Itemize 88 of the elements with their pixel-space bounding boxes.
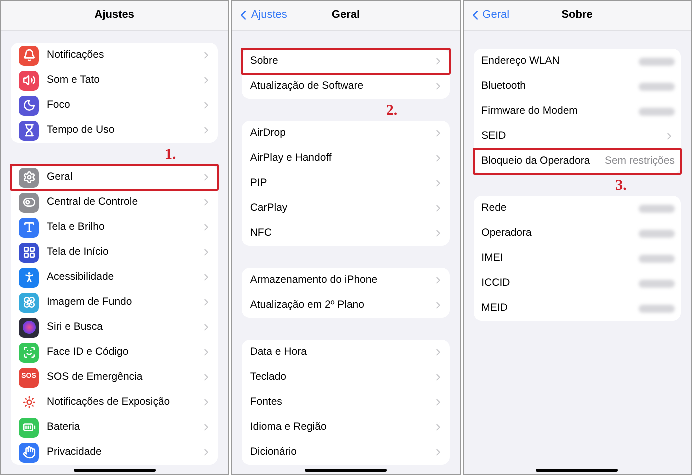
- row-label: SEID: [482, 128, 508, 144]
- row-label: AirDrop: [250, 126, 287, 141]
- settings-row[interactable]: Teclado: [242, 365, 450, 390]
- settings-row[interactable]: AirDrop: [242, 121, 450, 146]
- settings-row[interactable]: Atualização de Software: [242, 74, 450, 99]
- settings-row[interactable]: Endereço WLAN: [474, 49, 681, 74]
- row-label: Notificações: [47, 48, 106, 63]
- settings-row[interactable]: Acessibilidade: [11, 265, 218, 290]
- row-label: IMEI: [482, 250, 504, 266]
- settings-row[interactable]: Notificações: [11, 43, 218, 68]
- row-label: Tela e Brilho: [47, 220, 106, 235]
- row-label: Tela de Início: [47, 244, 110, 260]
- settings-row[interactable]: CarPlay: [242, 196, 450, 221]
- settings-row[interactable]: ICCID: [474, 271, 681, 296]
- settings-row[interactable]: Firmware do Modem: [474, 99, 681, 124]
- settings-row[interactable]: Central de Controle: [11, 190, 218, 215]
- row-label: Operadora: [482, 226, 533, 241]
- row-label: Geral: [47, 170, 74, 185]
- row-label: Acessibilidade: [47, 270, 116, 285]
- settings-row[interactable]: PIP: [242, 171, 450, 196]
- row-label: Sobre: [250, 54, 280, 69]
- row-label: Imagem de Fundo: [47, 294, 134, 310]
- row-label: Firmware do Modem: [482, 104, 579, 119]
- settings-row[interactable]: Operadora: [474, 221, 681, 246]
- row-label: Bateria: [47, 420, 82, 435]
- row-label: Privacidade: [47, 444, 103, 460]
- settings-row[interactable]: Fontes: [242, 390, 450, 415]
- row-label: Foco: [47, 98, 72, 113]
- back-button[interactable]: Ajustes: [236, 7, 288, 24]
- row-label: Idioma e Região: [250, 420, 328, 435]
- settings-row[interactable]: Som e Tato: [11, 68, 218, 93]
- settings-row[interactable]: Armazenamento do iPhone: [242, 268, 450, 293]
- row-label: Face ID e Código: [47, 344, 130, 360]
- row-label: PIP: [250, 176, 268, 191]
- row-label: Notificações de Exposição: [47, 394, 172, 410]
- settings-row[interactable]: Data e Hora: [242, 340, 450, 365]
- settings-row[interactable]: Foco: [11, 93, 218, 118]
- row-label: Som e Tato: [47, 72, 101, 88]
- settings-row[interactable]: Siri e Busca: [11, 315, 218, 340]
- row-label: Bloqueio da Operadora: [482, 154, 592, 169]
- settings-row[interactable]: Atualização em 2º Plano: [242, 293, 450, 318]
- row-label: CarPlay: [250, 200, 289, 216]
- nav-title: Ajustes: [94, 8, 135, 24]
- settings-row[interactable]: Bateria: [11, 415, 218, 440]
- annotation-number: 3.: [616, 177, 627, 196]
- row-label: Fontes: [250, 394, 284, 410]
- settings-row[interactable]: Tela e Brilho: [11, 215, 218, 240]
- row-label: Data e Hora: [250, 344, 308, 360]
- back-button[interactable]: Geral: [468, 7, 510, 24]
- settings-row[interactable]: Face ID e Código: [11, 340, 218, 365]
- settings-row[interactable]: Tempo de Uso: [11, 118, 218, 143]
- settings-row[interactable]: IMEI: [474, 246, 681, 271]
- settings-row[interactable]: SEID: [474, 124, 681, 149]
- settings-row[interactable]: Imagem de Fundo: [11, 290, 218, 315]
- row-label: Atualização de Software: [250, 78, 365, 94]
- annotation-number: 1.: [165, 146, 176, 165]
- settings-row[interactable]: MEID: [474, 296, 681, 321]
- row-label: ICCID: [482, 276, 512, 291]
- annotation-number: 2.: [386, 102, 398, 121]
- row-label: Tempo de Uso: [47, 122, 116, 138]
- row-label: Armazenamento do iPhone: [250, 272, 379, 288]
- settings-row[interactable]: Privacidade: [11, 440, 218, 465]
- settings-row[interactable]: Dicionário: [242, 440, 450, 465]
- row-label: Dicionário: [250, 444, 298, 460]
- settings-row[interactable]: Tela de Início: [11, 240, 218, 265]
- settings-row[interactable]: Sobre: [242, 49, 450, 74]
- row-label: Bluetooth: [482, 78, 528, 94]
- settings-row[interactable]: Bloqueio da Operadora Sem restrições: [474, 149, 681, 174]
- nav-title: Geral: [332, 8, 360, 24]
- settings-row[interactable]: Idioma e Região: [242, 415, 450, 440]
- row-value: Sem restrições: [604, 154, 675, 169]
- row-label: SOS de Emergência: [47, 370, 144, 385]
- settings-row[interactable]: NFC: [242, 221, 450, 246]
- settings-row[interactable]: AirPlay e Handoff: [242, 146, 450, 171]
- row-label: Endereço WLAN: [482, 54, 561, 69]
- row-label: Rede: [482, 200, 508, 216]
- row-label: AirPlay e Handoff: [250, 150, 333, 166]
- row-label: NFC: [250, 226, 273, 241]
- row-label: Teclado: [250, 370, 288, 385]
- settings-row[interactable]: Rede: [474, 196, 681, 221]
- row-label: Central de Controle: [47, 194, 140, 210]
- settings-row[interactable]: Geral: [11, 165, 218, 190]
- nav-title: Sobre: [562, 8, 593, 24]
- settings-row[interactable]: Notificações de Exposição: [11, 390, 218, 415]
- row-label: MEID: [482, 300, 509, 316]
- settings-row[interactable]: Bluetooth: [474, 74, 681, 99]
- row-label: Atualização em 2º Plano: [250, 298, 366, 313]
- row-label: Siri e Busca: [47, 320, 104, 335]
